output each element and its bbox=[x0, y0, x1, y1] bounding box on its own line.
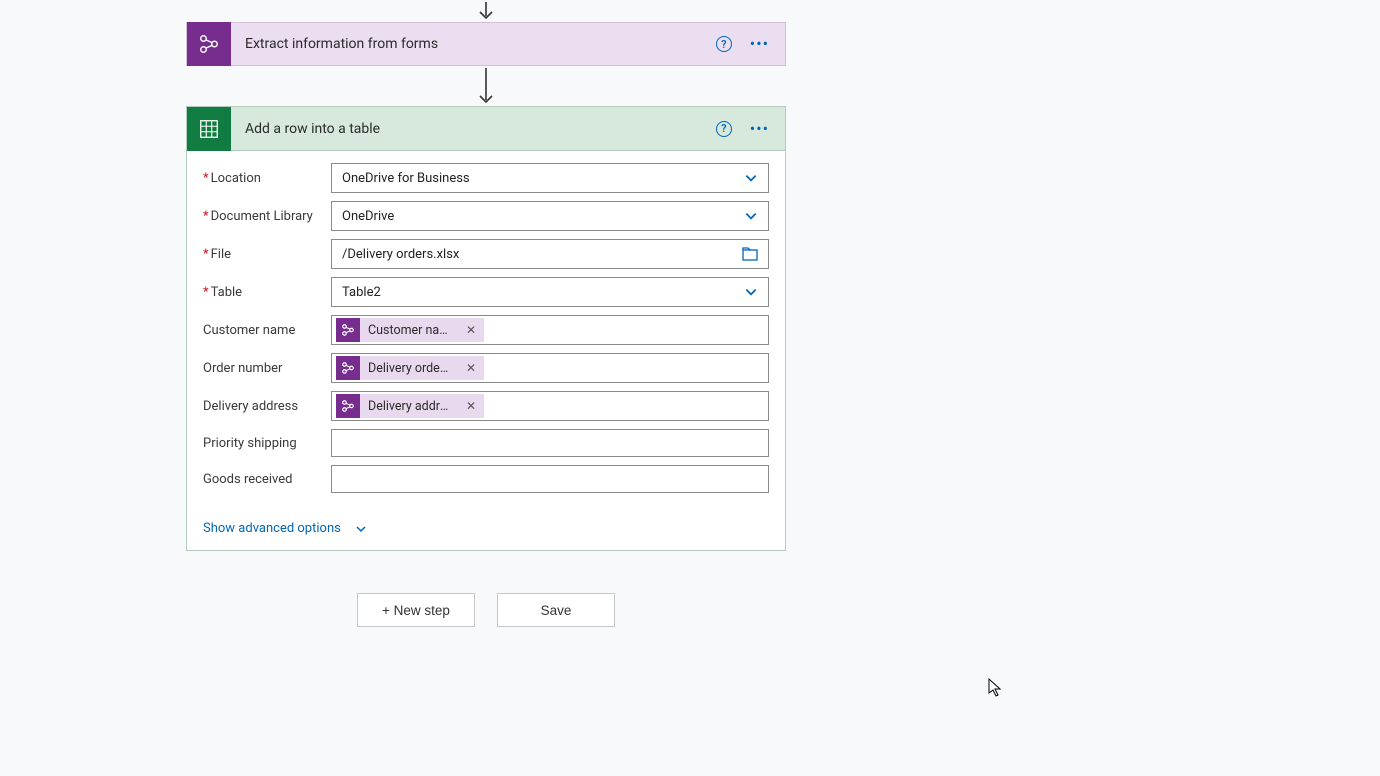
dynamic-token[interactable]: Delivery addre... ✕ bbox=[336, 394, 484, 418]
priority-shipping-input[interactable] bbox=[331, 429, 769, 457]
label-goods-received: Goods received bbox=[203, 472, 292, 487]
step-title: Extract information from forms bbox=[231, 36, 716, 52]
ai-builder-icon bbox=[336, 356, 360, 380]
remove-token-icon[interactable]: ✕ bbox=[458, 323, 484, 337]
ai-builder-icon bbox=[336, 318, 360, 342]
help-icon[interactable]: ? bbox=[716, 121, 732, 137]
delivery-address-input[interactable]: Delivery addre... ✕ bbox=[331, 391, 769, 421]
goods-received-input[interactable] bbox=[331, 465, 769, 493]
show-advanced-options-link[interactable]: Show advanced options bbox=[203, 521, 367, 536]
chevron-down-icon bbox=[744, 209, 758, 223]
help-icon[interactable]: ? bbox=[716, 36, 732, 52]
mouse-cursor-icon bbox=[988, 678, 1004, 698]
step-header[interactable]: Add a row into a table ? ••• bbox=[187, 107, 785, 151]
new-step-button[interactable]: + New step bbox=[357, 593, 475, 627]
flow-arrow bbox=[186, 66, 786, 106]
step-add-row-into-table: Add a row into a table ? ••• *Location O… bbox=[186, 106, 786, 551]
customer-name-input[interactable]: Customer nam... ✕ bbox=[331, 315, 769, 345]
chevron-down-icon bbox=[744, 285, 758, 299]
file-input[interactable]: /Delivery orders.xlsx bbox=[331, 239, 769, 269]
label-delivery-address: Delivery address bbox=[203, 399, 298, 414]
table-select[interactable]: Table2 bbox=[331, 277, 769, 307]
label-priority-shipping: Priority shipping bbox=[203, 436, 297, 451]
chevron-down-icon bbox=[355, 523, 367, 535]
dynamic-token[interactable]: Customer nam... ✕ bbox=[336, 318, 484, 342]
order-number-input[interactable]: Delivery order ... ✕ bbox=[331, 353, 769, 383]
flow-arrow bbox=[186, 0, 786, 22]
label-order-number: Order number bbox=[203, 361, 282, 376]
ai-builder-icon bbox=[187, 22, 231, 66]
label-customer-name: Customer name bbox=[203, 323, 295, 338]
label-document-library: Document Library bbox=[211, 209, 313, 224]
folder-icon[interactable] bbox=[742, 247, 758, 261]
excel-icon bbox=[187, 107, 231, 151]
chevron-down-icon bbox=[744, 171, 758, 185]
location-select[interactable]: OneDrive for Business bbox=[331, 163, 769, 193]
label-file: File bbox=[211, 247, 231, 262]
step-title: Add a row into a table bbox=[231, 121, 716, 137]
ai-builder-icon bbox=[336, 394, 360, 418]
dynamic-token[interactable]: Delivery order ... ✕ bbox=[336, 356, 484, 380]
step-extract-information[interactable]: Extract information from forms ? ••• bbox=[186, 22, 786, 66]
label-location: Location bbox=[211, 171, 261, 186]
label-table: Table bbox=[211, 285, 242, 300]
save-button[interactable]: Save bbox=[497, 593, 615, 627]
remove-token-icon[interactable]: ✕ bbox=[458, 399, 484, 413]
document-library-select[interactable]: OneDrive bbox=[331, 201, 769, 231]
remove-token-icon[interactable]: ✕ bbox=[458, 361, 484, 375]
